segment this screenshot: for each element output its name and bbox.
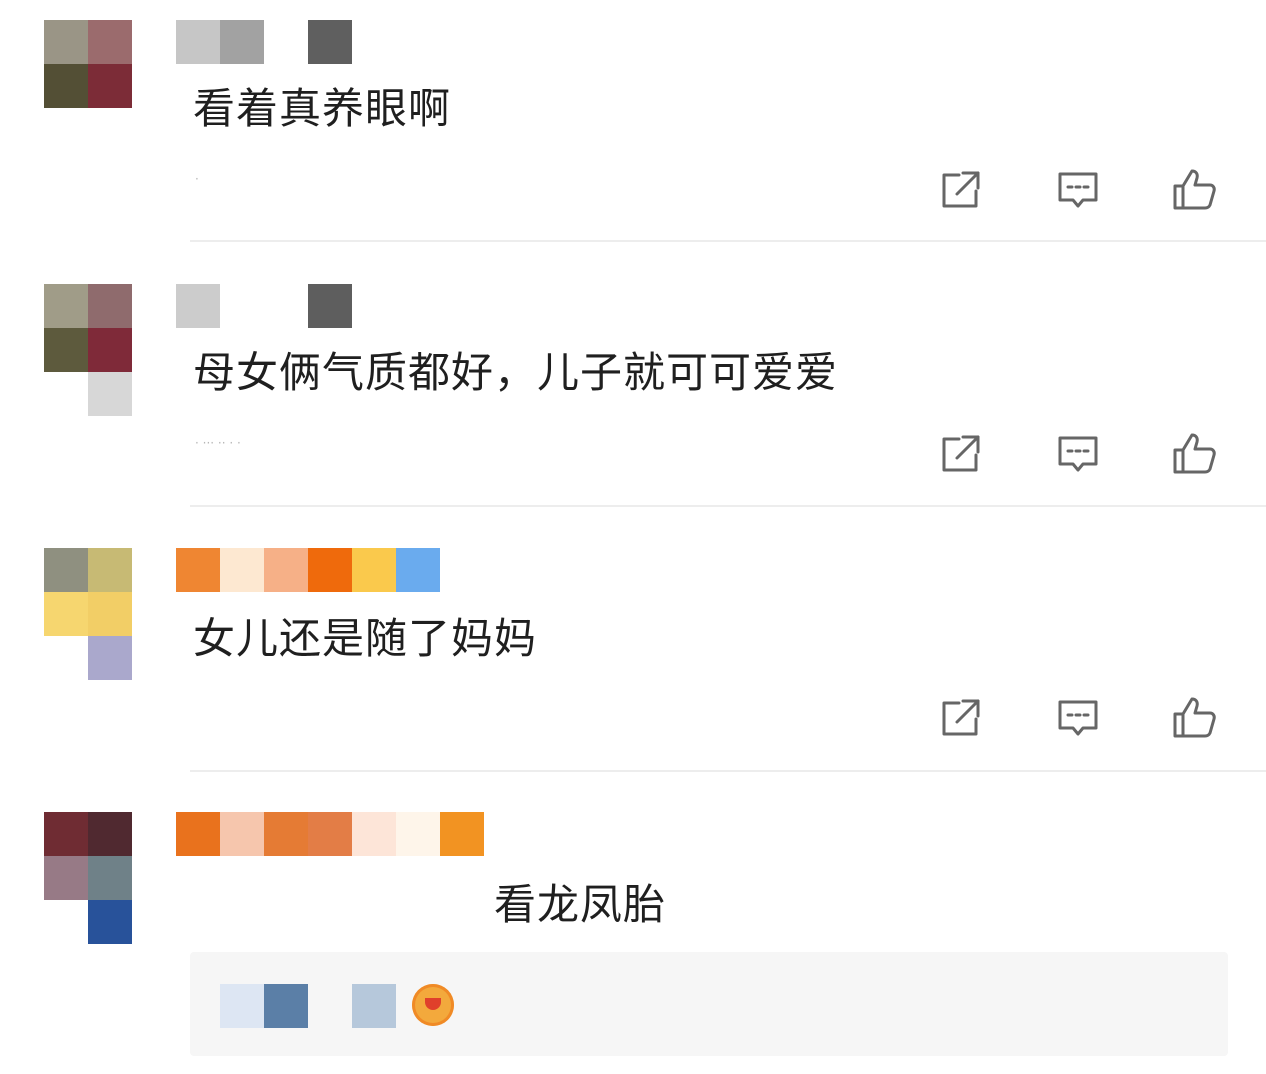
like-icon[interactable] bbox=[1170, 430, 1218, 478]
username-mosaic-tile bbox=[264, 812, 308, 856]
avatar-mosaic-tile bbox=[44, 284, 88, 328]
like-icon[interactable] bbox=[1170, 694, 1218, 742]
avatar-mosaic-tile bbox=[44, 856, 88, 900]
avatar[interactable] bbox=[44, 284, 132, 416]
username-mosaic-tile bbox=[220, 548, 264, 592]
avatar-mosaic-tile bbox=[88, 284, 132, 328]
comment-icon[interactable] bbox=[1054, 430, 1102, 478]
smiling-emoji-icon bbox=[412, 984, 454, 1026]
divider bbox=[190, 770, 1266, 772]
avatar-mosaic-tile bbox=[88, 548, 132, 592]
avatar-mosaic-tile bbox=[44, 812, 88, 856]
avatar-mosaic-tile bbox=[44, 328, 88, 372]
avatar[interactable] bbox=[44, 548, 132, 680]
divider bbox=[190, 240, 1266, 242]
comment-text: 女儿还是随了妈妈 bbox=[193, 614, 538, 663]
avatar-mosaic-tile bbox=[88, 592, 132, 636]
username-mosaic-tile bbox=[176, 812, 220, 856]
avatar-mosaic-tile bbox=[88, 636, 132, 680]
comment-item: 母女俩气质都好，儿子就可可爱爱 · ··· ·· · · bbox=[0, 284, 1266, 507]
avatar-mosaic-tile bbox=[44, 20, 88, 64]
avatar-mosaic-tile bbox=[44, 592, 88, 636]
username-mosaic-tile bbox=[352, 812, 396, 856]
avatar-mosaic-tile bbox=[88, 372, 132, 416]
comment-icon[interactable] bbox=[1054, 166, 1102, 214]
avatar-mosaic-tile bbox=[88, 856, 132, 900]
comment-item: 女儿还是随了妈妈 bbox=[0, 548, 1266, 772]
username-mosaic-tile bbox=[308, 20, 352, 64]
avatar-mosaic-tile bbox=[44, 64, 88, 108]
avatar[interactable] bbox=[44, 812, 132, 944]
share-icon[interactable] bbox=[937, 430, 985, 478]
username-mosaic-tile bbox=[176, 284, 220, 328]
divider bbox=[190, 505, 1266, 507]
username-mosaic-tile bbox=[264, 548, 308, 592]
share-icon[interactable] bbox=[937, 694, 985, 742]
avatar-mosaic-tile bbox=[44, 548, 88, 592]
username-mosaic-tile bbox=[352, 984, 396, 1028]
username-mosaic-tile bbox=[264, 984, 308, 1028]
username-mosaic-tile bbox=[220, 20, 264, 64]
username-mosaic-tile bbox=[396, 548, 440, 592]
avatar-mosaic-tile bbox=[88, 812, 132, 856]
username-mosaic-tile bbox=[176, 548, 220, 592]
username-mosaic-tile bbox=[308, 284, 352, 328]
comment-item: 看着真养眼啊 · bbox=[0, 20, 1266, 242]
comment-meta: · bbox=[195, 172, 199, 186]
username-mosaic-tile bbox=[440, 812, 484, 856]
comment-meta: · ··· ·· · · bbox=[195, 436, 241, 450]
username-mosaic-tile bbox=[396, 812, 440, 856]
avatar-mosaic-tile bbox=[88, 64, 132, 108]
comment-text: 看龙凤胎 bbox=[494, 880, 667, 929]
username-mosaic-tile bbox=[308, 548, 352, 592]
avatar-mosaic-tile bbox=[88, 20, 132, 64]
comment-icon[interactable] bbox=[1054, 694, 1102, 742]
comment-text: 看着真养眼啊 bbox=[193, 84, 452, 133]
username-mosaic-tile bbox=[220, 984, 264, 1028]
share-icon[interactable] bbox=[937, 166, 985, 214]
like-icon[interactable] bbox=[1170, 166, 1218, 214]
reply-preview[interactable] bbox=[190, 952, 1228, 1056]
username-mosaic-tile bbox=[308, 812, 352, 856]
username-mosaic-tile bbox=[176, 20, 220, 64]
comment-text: 母女俩气质都好，儿子就可可爱爱 bbox=[193, 348, 839, 397]
avatar-mosaic-tile bbox=[88, 328, 132, 372]
avatar-mosaic-tile bbox=[88, 900, 132, 944]
avatar[interactable] bbox=[44, 20, 132, 152]
username-mosaic-tile bbox=[220, 812, 264, 856]
username-mosaic-tile bbox=[352, 548, 396, 592]
